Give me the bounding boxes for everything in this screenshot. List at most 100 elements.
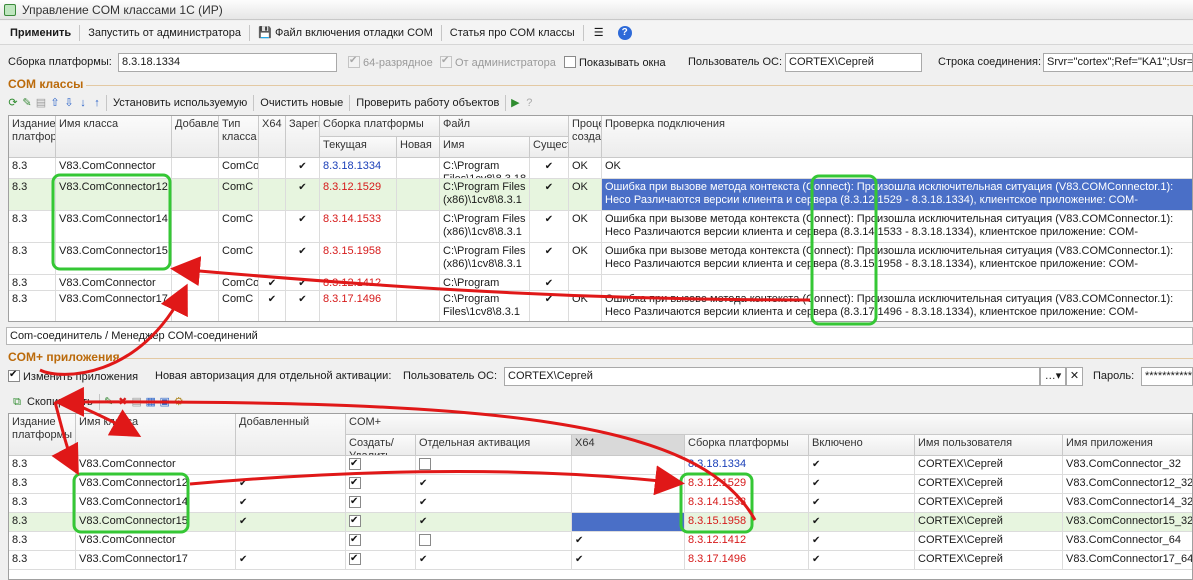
table-row[interactable]: 8.3 V83.ComConnector14 ComC ✔ 8.3.14.1533 C:\…	[9, 211, 1192, 243]
table-row[interactable]: 8.3V83.ComConnector15✔✔8.3.15.1958✔CORTE…	[9, 513, 1192, 532]
row-checkbox[interactable]	[349, 552, 361, 565]
col-com-plus[interactable]: COM+	[346, 414, 1192, 435]
cell-create[interactable]	[346, 456, 416, 475]
table-row[interactable]: 8.3V83.ComConnector14✔✔8.3.14.1533✔CORTE…	[9, 494, 1192, 513]
select-user-button[interactable]: …▾	[1040, 367, 1066, 386]
cell-enabled[interactable]: ✔	[809, 532, 915, 551]
col-class-name[interactable]: Имя класса	[56, 116, 172, 158]
table-row[interactable]: 8.3V83.ComConnector 8.3.18.1334✔ CORTEX\Се…	[9, 456, 1192, 475]
from-admin-checkbox[interactable]: От администратора	[440, 55, 556, 69]
article-button[interactable]: Статья про COM классы	[444, 22, 581, 44]
refresh-icon[interactable]: ⟳	[6, 96, 20, 110]
edit-icon[interactable]: ✎	[102, 395, 116, 409]
col-edition[interactable]: Издание платформы	[9, 414, 76, 456]
help-icon[interactable]: ?	[522, 96, 536, 110]
set-used-button[interactable]: Установить используемую	[109, 93, 251, 113]
table-row[interactable]: 8.3V83.ComConnector12✔✔8.3.12.1529✔CORTE…	[9, 475, 1192, 494]
cell-registered[interactable]: ✔	[286, 291, 320, 321]
arrow-up-icon[interactable]: ⇧	[48, 96, 62, 110]
com-plus-os-user-input[interactable]: CORTEX\Сергей	[504, 367, 1040, 386]
col-added[interactable]: Добавленный	[236, 414, 346, 456]
run-as-admin-button[interactable]: Запустить от администратора	[82, 22, 247, 44]
table-row[interactable]: 8.3V83.ComConnector ComConnector ✔ 8.3.18.1…	[9, 158, 1192, 179]
row-checkbox[interactable]	[349, 476, 361, 489]
platform-build-input[interactable]: 8.3.18.1334	[118, 53, 337, 72]
cell-x64[interactable]	[259, 179, 286, 211]
cell-x64[interactable]: ✔	[572, 532, 685, 551]
bit64-check[interactable]	[348, 55, 360, 68]
save-icon[interactable]: ▤	[130, 395, 144, 409]
col-x64[interactable]: X64	[572, 435, 685, 456]
col-separate[interactable]: Отдельная активация	[416, 435, 572, 456]
cell-create[interactable]	[346, 494, 416, 513]
cell-enabled[interactable]: ✔	[809, 551, 915, 570]
cell-separate[interactable]: ✔	[416, 513, 572, 532]
conn-string-input[interactable]: Srvr="cortex";Ref="KA1";Usr=	[1043, 53, 1193, 72]
cell-registered[interactable]: ✔	[286, 211, 320, 243]
os-user-input[interactable]: CORTEX\Сергей	[785, 53, 922, 72]
col-proc[interactable]: Процесс создания	[569, 116, 602, 158]
cell-registered[interactable]: ✔	[286, 158, 320, 179]
settings-icon[interactable]: ⚙	[172, 395, 186, 409]
row-checkbox[interactable]	[349, 514, 361, 527]
col-platform-build[interactable]: Сборка платформы	[320, 116, 440, 137]
table-row[interactable]: 8.3 V83.ComConnector12 ComC ✔ 8.3.12.1529 C:\…	[9, 179, 1192, 211]
from-admin-check[interactable]	[440, 55, 452, 68]
col-user-name[interactable]: Имя пользователя	[915, 435, 1063, 456]
cell-registered[interactable]: ✔	[286, 243, 320, 275]
col-new[interactable]: Новая	[397, 137, 440, 158]
cell-x64[interactable]: ✔	[259, 275, 286, 291]
cell-create[interactable]	[346, 475, 416, 494]
bit64-checkbox[interactable]: 64-разрядное	[348, 55, 433, 69]
arrow-down-icon[interactable]: ⇩	[62, 96, 76, 110]
table-row[interactable]: 8.3V83.ComConnector✔8.3.12.1412✔CORTEX\С…	[9, 532, 1192, 551]
row-checkbox[interactable]	[349, 495, 361, 508]
cell-x64[interactable]	[572, 513, 685, 532]
cell-registered[interactable]: ✔	[286, 179, 320, 211]
cell-x64[interactable]: ✔	[259, 291, 286, 321]
col-file[interactable]: Файл	[440, 116, 569, 137]
col-app-name[interactable]: Имя приложения	[1063, 435, 1192, 456]
col-edition[interactable]: Издание платформы	[9, 116, 56, 158]
cell-registered[interactable]: ✔	[286, 275, 320, 291]
col-current[interactable]: Текущая	[320, 137, 397, 158]
col-create[interactable]: Создать/Удалить	[346, 435, 416, 456]
table-row[interactable]: 8.3 V83.ComConnector15 ComC ✔ 8.3.15.1958 C:\…	[9, 243, 1192, 275]
row-checkbox[interactable]	[419, 458, 431, 470]
cell-separate[interactable]: ✔	[416, 475, 572, 494]
show-windows-check[interactable]	[564, 56, 576, 68]
layers-icon[interactable]: ▦	[144, 395, 158, 409]
apply-button[interactable]: Применить	[4, 22, 77, 44]
cell-separate[interactable]: ✔	[416, 494, 572, 513]
cell-x64[interactable]	[572, 475, 685, 494]
run-icon[interactable]: ▶	[508, 96, 522, 110]
cell-x64[interactable]	[572, 494, 685, 513]
sort-asc-icon[interactable]: ↓	[76, 96, 90, 110]
check-objects-button[interactable]: Проверить работу объектов	[352, 93, 503, 113]
password-input[interactable]: ****************	[1141, 367, 1193, 386]
col-enabled[interactable]: Включено	[809, 435, 915, 456]
col-class-name[interactable]: Имя класса	[76, 414, 236, 456]
cell-separate[interactable]	[416, 456, 572, 475]
cell-x64[interactable]	[259, 158, 286, 179]
cell-x64[interactable]	[572, 456, 685, 475]
show-windows-checkbox[interactable]: Показывать окна	[564, 56, 666, 69]
col-check[interactable]: Проверка подключения	[602, 116, 1192, 158]
col-exists[interactable]: Существует	[530, 137, 569, 158]
cell-enabled[interactable]: ✔	[809, 475, 915, 494]
col-added[interactable]: Добавленный	[172, 116, 219, 158]
stack-icon[interactable]: ▣	[158, 395, 172, 409]
cell-x64[interactable]	[259, 211, 286, 243]
col-platform-build[interactable]: Сборка платформы	[685, 435, 809, 456]
cell-create[interactable]	[346, 551, 416, 570]
col-file-name[interactable]: Имя	[440, 137, 530, 158]
table-row[interactable]: 8.3V83.ComConnector17✔✔✔8.3.17.1496✔CORT…	[9, 551, 1192, 570]
col-x64[interactable]: X64	[259, 116, 286, 158]
delete-icon[interactable]: ✖	[116, 395, 130, 409]
cell-separate[interactable]: ✔	[416, 551, 572, 570]
clear-user-button[interactable]: ✕	[1066, 367, 1083, 386]
cell-x64[interactable]	[259, 243, 286, 275]
copy-button[interactable]: ⧉ Скопировать	[6, 392, 97, 412]
tree-button[interactable]: ☰	[586, 22, 612, 44]
col-registered[interactable]: Зарегистрирован	[286, 116, 320, 158]
